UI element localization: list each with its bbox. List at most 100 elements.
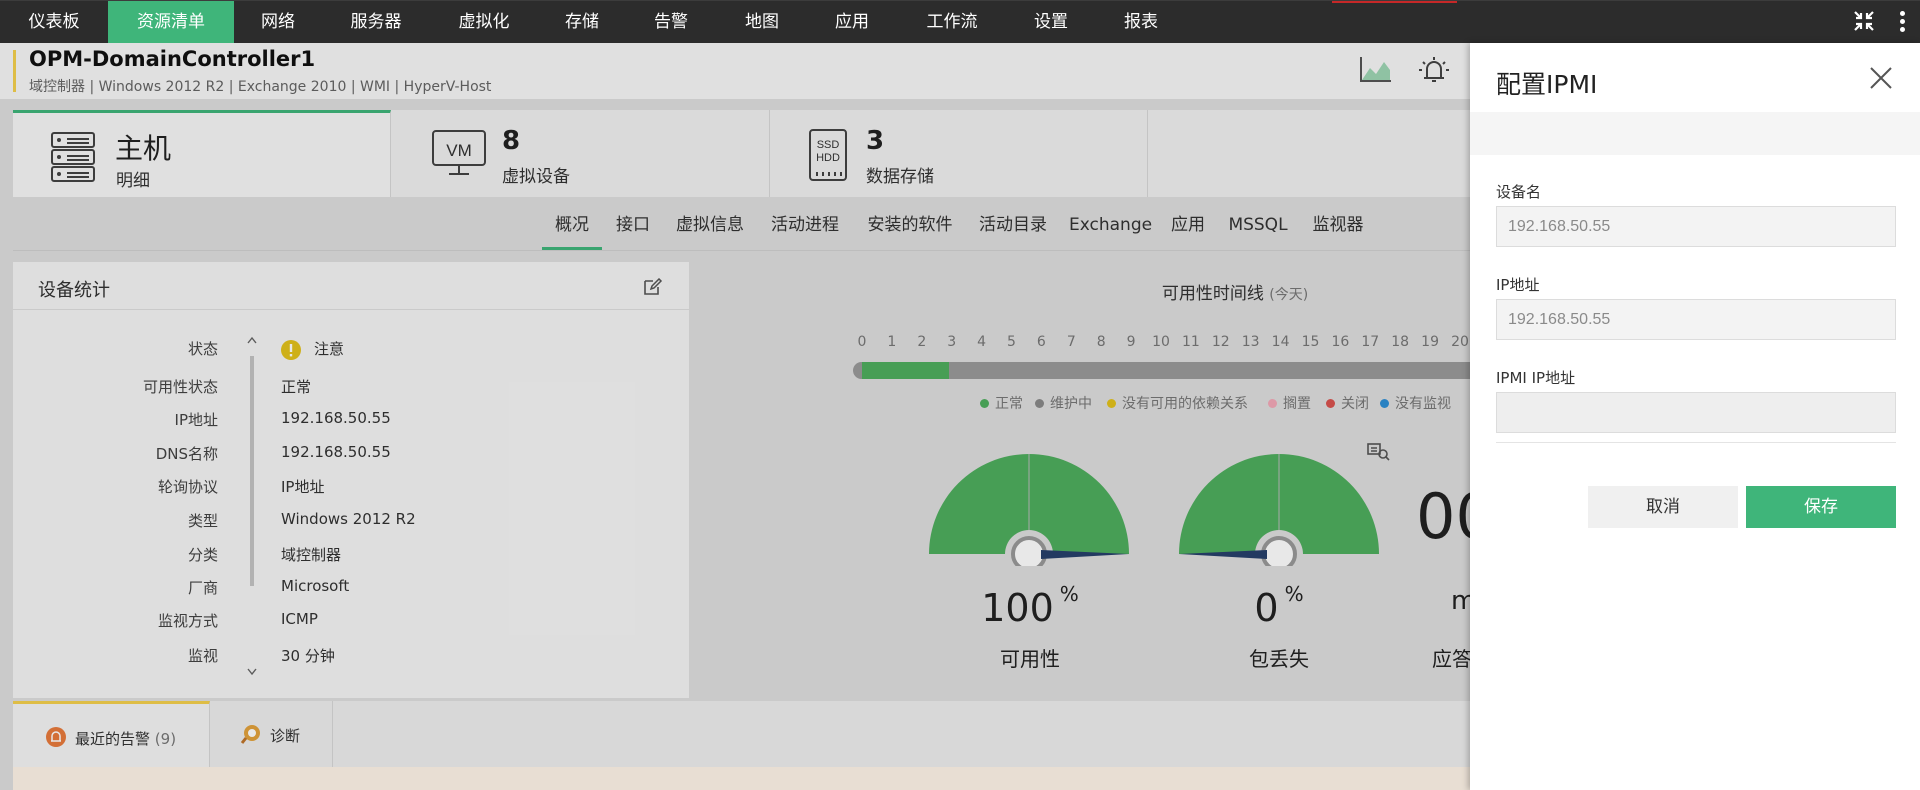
edit-icon[interactable] [643, 277, 663, 300]
svg-text:HDD: HDD [816, 152, 840, 164]
gauge-availability-label: 可用性 [1000, 647, 1060, 671]
drawer-separator [1496, 442, 1896, 443]
stat-label-dns: DNS名称 [155, 445, 218, 463]
stat-value-type: Windows 2012 R2 [281, 510, 416, 528]
timeline-normal-segment[interactable] [862, 362, 949, 379]
stat-label-vendor: 厂商 [187, 579, 218, 597]
save-button[interactable]: 保存 [1746, 486, 1896, 528]
legend-swatch [980, 399, 989, 408]
ipmi-ip-label: IPMI IP地址 [1496, 369, 1576, 387]
nav-workflow[interactable]: 工作流 [896, 1, 1008, 44]
stat-label-ip: IP地址 [174, 411, 218, 429]
tile-virtual-devices[interactable]: VM 8 虚拟设备 [391, 110, 770, 197]
alarm-icon [45, 726, 67, 752]
gauge-packet-loss-value: 0% [1254, 582, 1304, 630]
top-nav: 仪表板 资源清单 网络 服务器 虚拟化 存储 告警 地图 应用 工作流 设置 报… [0, 0, 1920, 44]
hour-tick: 2 [917, 334, 927, 350]
tab-monitors[interactable]: 监视器 [1308, 213, 1368, 250]
vm-monitor-icon: VM [431, 129, 487, 181]
nav-storage[interactable]: 存储 [538, 1, 626, 44]
timeline-title: 可用性时间线 (今天) [1161, 284, 1309, 304]
stat-label-category: 分类 [187, 546, 218, 564]
tab-active-directory[interactable]: 活动目录 [975, 213, 1051, 250]
hour-tick: 10 [1152, 334, 1170, 350]
svg-text:VM: VM [446, 141, 472, 160]
gauge-availability [927, 446, 1131, 572]
stats-scrollbar[interactable] [247, 336, 257, 678]
stat-value-availability: 正常 [281, 378, 312, 396]
device-name-label: 设备名 [1496, 183, 1542, 201]
device-header: OPM-DomainController1 域控制器 | Windows 201… [0, 43, 1470, 99]
legend-swatch [1107, 399, 1116, 408]
stat-value-dns: 192.168.50.55 [281, 443, 391, 461]
tab-overview[interactable]: 概况 [542, 213, 602, 250]
tab-diagnostics[interactable]: 诊断 [210, 701, 333, 767]
tile-host[interactable]: 主机 明细 [13, 110, 391, 197]
hour-tick: 12 [1211, 334, 1230, 350]
nav-apps[interactable]: 应用 [808, 1, 896, 44]
chart-settings-icon[interactable] [1366, 441, 1390, 465]
device-name-field[interactable] [1496, 206, 1896, 247]
nav-settings[interactable]: 设置 [1008, 1, 1094, 44]
tab-apps[interactable]: 应用 [1167, 213, 1209, 250]
gauge-packet-loss [1177, 446, 1381, 572]
tile-vm-label: 虚拟设备 [502, 167, 570, 187]
tab-software[interactable]: 安装的软件 [863, 213, 957, 250]
hour-tick: 4 [977, 334, 987, 350]
nav-maps[interactable]: 地图 [716, 1, 808, 44]
nav-dashboard[interactable]: 仪表板 [0, 1, 108, 44]
hour-tick: 14 [1271, 334, 1290, 350]
stat-value-monitor-mode: ICMP [281, 610, 318, 628]
device-stats-title: 设备统计 [38, 280, 110, 301]
legend-swatch [1326, 399, 1335, 408]
device-stats-header: 设备统计 [13, 262, 689, 310]
summary-tiles: 主机 明细 VM 8 虚拟设备 SSD HDD 3 数据存储 [13, 110, 1470, 197]
drawer-title: 配置IPMI [1496, 70, 1598, 99]
tab-recent-alarms[interactable]: 最近的告警 (9) [13, 701, 210, 767]
nav-inventory[interactable]: 资源清单 [108, 1, 234, 44]
legend-item: 没有可用的依赖关系 [1107, 393, 1248, 413]
stat-value-polling: IP地址 [281, 478, 325, 496]
tile-datastore-count: 3 [866, 126, 885, 156]
more-menu-icon[interactable] [1899, 11, 1905, 37]
nav-network[interactable]: 网络 [234, 1, 322, 44]
hour-tick: 9 [1126, 334, 1136, 350]
tile-host-sub: 明细 [116, 171, 150, 191]
nav-reports[interactable]: 报表 [1094, 1, 1188, 44]
hour-tick: 7 [1066, 334, 1076, 350]
hour-tick: 0 [857, 334, 867, 350]
nav-servers[interactable]: 服务器 [322, 1, 430, 44]
cancel-button[interactable]: 取消 [1588, 486, 1738, 528]
alarm-bell-icon[interactable] [1416, 54, 1452, 86]
bottom-tabs: 最近的告警 (9) 诊断 [13, 701, 1470, 767]
graph-icon[interactable] [1358, 54, 1394, 86]
hour-tick: 1 [887, 334, 897, 350]
tab-virtual-info[interactable]: 虚拟信息 [672, 213, 748, 250]
tab-mssql[interactable]: MSSQL [1226, 213, 1290, 250]
stat-value-status: 注意 [314, 340, 345, 358]
close-icon[interactable] [1866, 63, 1896, 93]
tab-processes[interactable]: 活动进程 [767, 213, 843, 250]
stat-label-polling: 轮询协议 [157, 478, 218, 496]
storage-drive-icon: SSD HDD [808, 128, 848, 186]
status-indicator-bar [13, 50, 16, 92]
tile-datastore-label: 数据存储 [866, 167, 934, 187]
tab-exchange[interactable]: Exchange [1069, 213, 1152, 250]
tile-datastores[interactable]: SSD HDD 3 数据存储 [770, 110, 1148, 197]
gauge-availability-value: 100% [981, 582, 1079, 630]
nav-alarms[interactable]: 告警 [626, 1, 716, 44]
response-time-label: 应答 [1432, 647, 1472, 671]
ip-address-field[interactable] [1496, 299, 1896, 340]
legend-item: 搁置 [1268, 393, 1311, 413]
legend-item: 维护中 [1035, 393, 1092, 413]
ipmi-ip-field[interactable] [1496, 392, 1896, 433]
collapse-icon[interactable] [1850, 9, 1878, 37]
stat-label-status: 状态 [187, 340, 218, 358]
hour-tick: 8 [1096, 334, 1106, 350]
nav-virtualization[interactable]: 虚拟化 [430, 1, 538, 44]
tab-interfaces[interactable]: 接口 [612, 213, 654, 250]
device-name: OPM-DomainController1 [29, 47, 316, 71]
warning-icon [280, 339, 302, 365]
nav-highlight-bar [1332, 1, 1457, 3]
hour-tick: 5 [1007, 334, 1016, 350]
